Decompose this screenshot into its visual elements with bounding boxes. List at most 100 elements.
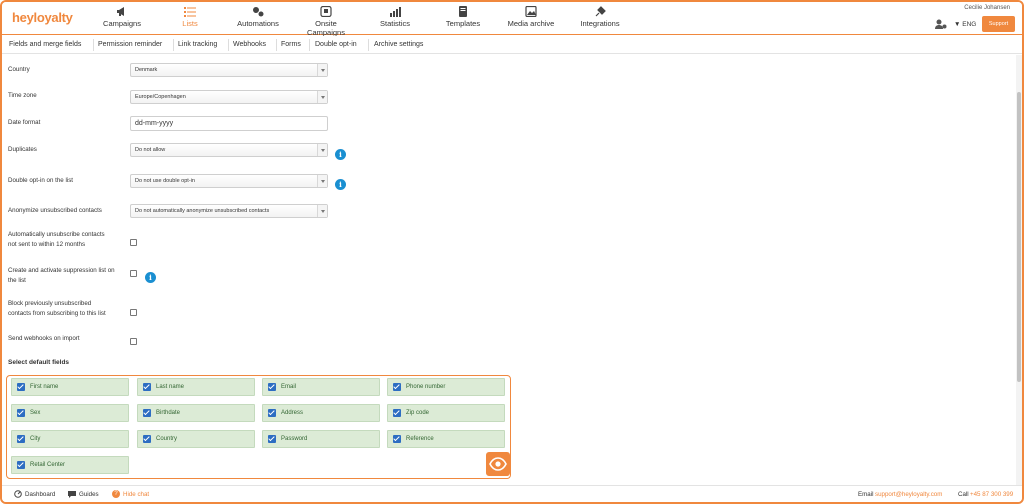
info-icon[interactable]: i — [145, 272, 156, 283]
footer-email-link[interactable]: support@heyloyalty.com — [875, 491, 942, 498]
default-field-sex[interactable]: Sex — [11, 404, 129, 422]
divider — [309, 39, 310, 51]
nav-statistics[interactable]: Statistics — [379, 6, 411, 32]
app-frame: heyloyalty Campaigns Lists Automations O… — [0, 0, 1024, 504]
top-navigation: heyloyalty Campaigns Lists Automations O… — [2, 2, 1022, 37]
doubleoptin-select[interactable]: Do not use double opt-in — [130, 174, 328, 188]
user-name[interactable]: Cecilie Johansen — [964, 5, 1010, 11]
checkbox-checked-icon — [17, 461, 25, 469]
nav-campaigns[interactable]: Campaigns — [102, 6, 142, 32]
anonymize-label: Anonymize unsubscribed contacts — [8, 207, 102, 214]
footer-dashboard-link[interactable]: Dashboard — [25, 491, 55, 498]
checkbox-checked-icon — [268, 435, 276, 443]
logo[interactable]: heyloyalty — [12, 10, 73, 25]
nav-integrations[interactable]: Integrations — [579, 6, 621, 32]
plug-icon — [595, 6, 606, 17]
timezone-label: Time zone — [8, 92, 37, 99]
tab-fields-and-merge-fields[interactable]: Fields and merge fields — [9, 41, 81, 48]
support-button[interactable]: Support — [982, 16, 1015, 32]
tab-archive-settings[interactable]: Archive settings — [374, 41, 423, 48]
dateformat-input[interactable]: dd-mm-yyyy — [130, 116, 328, 131]
chat-icon — [68, 491, 76, 498]
scrollbar-thumb[interactable] — [1017, 92, 1021, 382]
chevron-down-icon — [317, 144, 327, 156]
webhooks-label: Send webhooks on import — [8, 335, 80, 342]
nav-lists[interactable]: Lists — [177, 6, 203, 32]
checkbox-checked-icon — [17, 435, 25, 443]
chevron-down-icon — [317, 64, 327, 76]
default-field-first-name[interactable]: First name — [11, 378, 129, 396]
footer-hide-chat-link[interactable]: Hide chat — [123, 491, 149, 498]
chart-icon — [390, 7, 401, 17]
divider — [228, 39, 229, 51]
nav-onsite-campaigns[interactable]: Onsite Campaigns — [296, 6, 356, 37]
webhooks-checkbox[interactable] — [130, 338, 137, 345]
block-label: Block previously unsubscribed contacts fr… — [8, 300, 106, 317]
default-field-reference[interactable]: Reference — [387, 430, 505, 448]
country-label: Country — [8, 66, 30, 73]
info-icon[interactable]: i — [335, 179, 346, 190]
megaphone-icon — [117, 7, 124, 16]
block-checkbox[interactable] — [130, 309, 137, 316]
checkbox-checked-icon — [393, 435, 401, 443]
image-icon — [525, 6, 537, 17]
checkbox-checked-icon — [143, 409, 151, 417]
user-settings-icon[interactable] — [935, 19, 947, 29]
checkbox-checked-icon — [268, 409, 276, 417]
duplicates-select[interactable]: Do not allow — [130, 143, 328, 157]
nav-automations[interactable]: Automations — [234, 6, 282, 32]
preview-button[interactable] — [486, 452, 510, 476]
default-field-address[interactable]: Address — [262, 404, 380, 422]
default-field-phone-number[interactable]: Phone number — [387, 378, 505, 396]
country-select[interactable]: Denmark — [130, 63, 328, 77]
default-field-zip-code[interactable]: Zip code — [387, 404, 505, 422]
timezone-select[interactable]: Europe/Copenhagen — [130, 90, 328, 104]
tab-permission-reminder[interactable]: Permission reminder — [98, 41, 162, 48]
autounsub-label: Automatically unsubscribe contacts not se… — [8, 231, 105, 248]
info-icon[interactable]: i — [335, 149, 346, 160]
chevron-down-icon — [317, 91, 327, 103]
footer-phone-link[interactable]: +45 87 300 399 — [970, 491, 1013, 498]
footer-guides-link[interactable]: Guides — [79, 491, 99, 498]
suppression-checkbox[interactable] — [130, 270, 137, 277]
default-field-last-name[interactable]: Last name — [137, 378, 255, 396]
checkbox-checked-icon — [17, 409, 25, 417]
footer-call-label: Call — [958, 491, 969, 498]
checkbox-checked-icon — [143, 435, 151, 443]
tab-webhooks[interactable]: Webhooks — [233, 41, 266, 48]
tab-link-tracking[interactable]: Link tracking — [178, 41, 217, 48]
default-field-birthdate[interactable]: Birthdate — [137, 404, 255, 422]
autounsub-checkbox[interactable] — [130, 239, 137, 246]
divider — [173, 39, 174, 51]
anonymize-select[interactable]: Do not automatically anonymize unsubscri… — [130, 204, 328, 218]
checkbox-checked-icon — [143, 383, 151, 391]
doubleoptin-label: Double opt-in on the list — [8, 177, 74, 184]
default-field-password[interactable]: Password — [262, 430, 380, 448]
default-fields-heading: Select default fields — [8, 359, 70, 366]
dateformat-label: Date format — [8, 119, 41, 126]
footer: Dashboard Guides ? Hide chat Email suppo… — [2, 485, 1022, 502]
help-icon: ? — [112, 490, 120, 498]
dashboard-icon — [14, 490, 22, 498]
tab-forms[interactable]: Forms — [281, 41, 301, 48]
onsite-icon — [320, 6, 332, 17]
checkbox-checked-icon — [17, 383, 25, 391]
tab-double-opt-in[interactable]: Double opt-in — [315, 41, 357, 48]
default-field-country[interactable]: Country — [137, 430, 255, 448]
default-field-retail-center[interactable]: Retail Center — [11, 456, 129, 474]
footer-email-label: Email — [858, 491, 874, 498]
checkbox-checked-icon — [268, 383, 276, 391]
nav-media-archive[interactable]: Media archive — [507, 6, 555, 32]
nav-templates[interactable]: Templates — [445, 6, 481, 32]
automations-icon — [253, 7, 264, 17]
suppression-label: Create and activate suppression list on t… — [8, 267, 115, 284]
chevron-down-icon — [317, 205, 327, 217]
default-field-email[interactable]: Email — [262, 378, 380, 396]
checkbox-checked-icon — [393, 383, 401, 391]
eye-icon — [489, 457, 507, 471]
checkbox-checked-icon — [393, 409, 401, 417]
default-fields-panel: First name Last name Email Phone number … — [6, 375, 511, 479]
default-field-city[interactable]: City — [11, 430, 129, 448]
language-selector[interactable]: ▼ ENG — [954, 21, 976, 28]
duplicates-label: Duplicates — [8, 146, 37, 153]
